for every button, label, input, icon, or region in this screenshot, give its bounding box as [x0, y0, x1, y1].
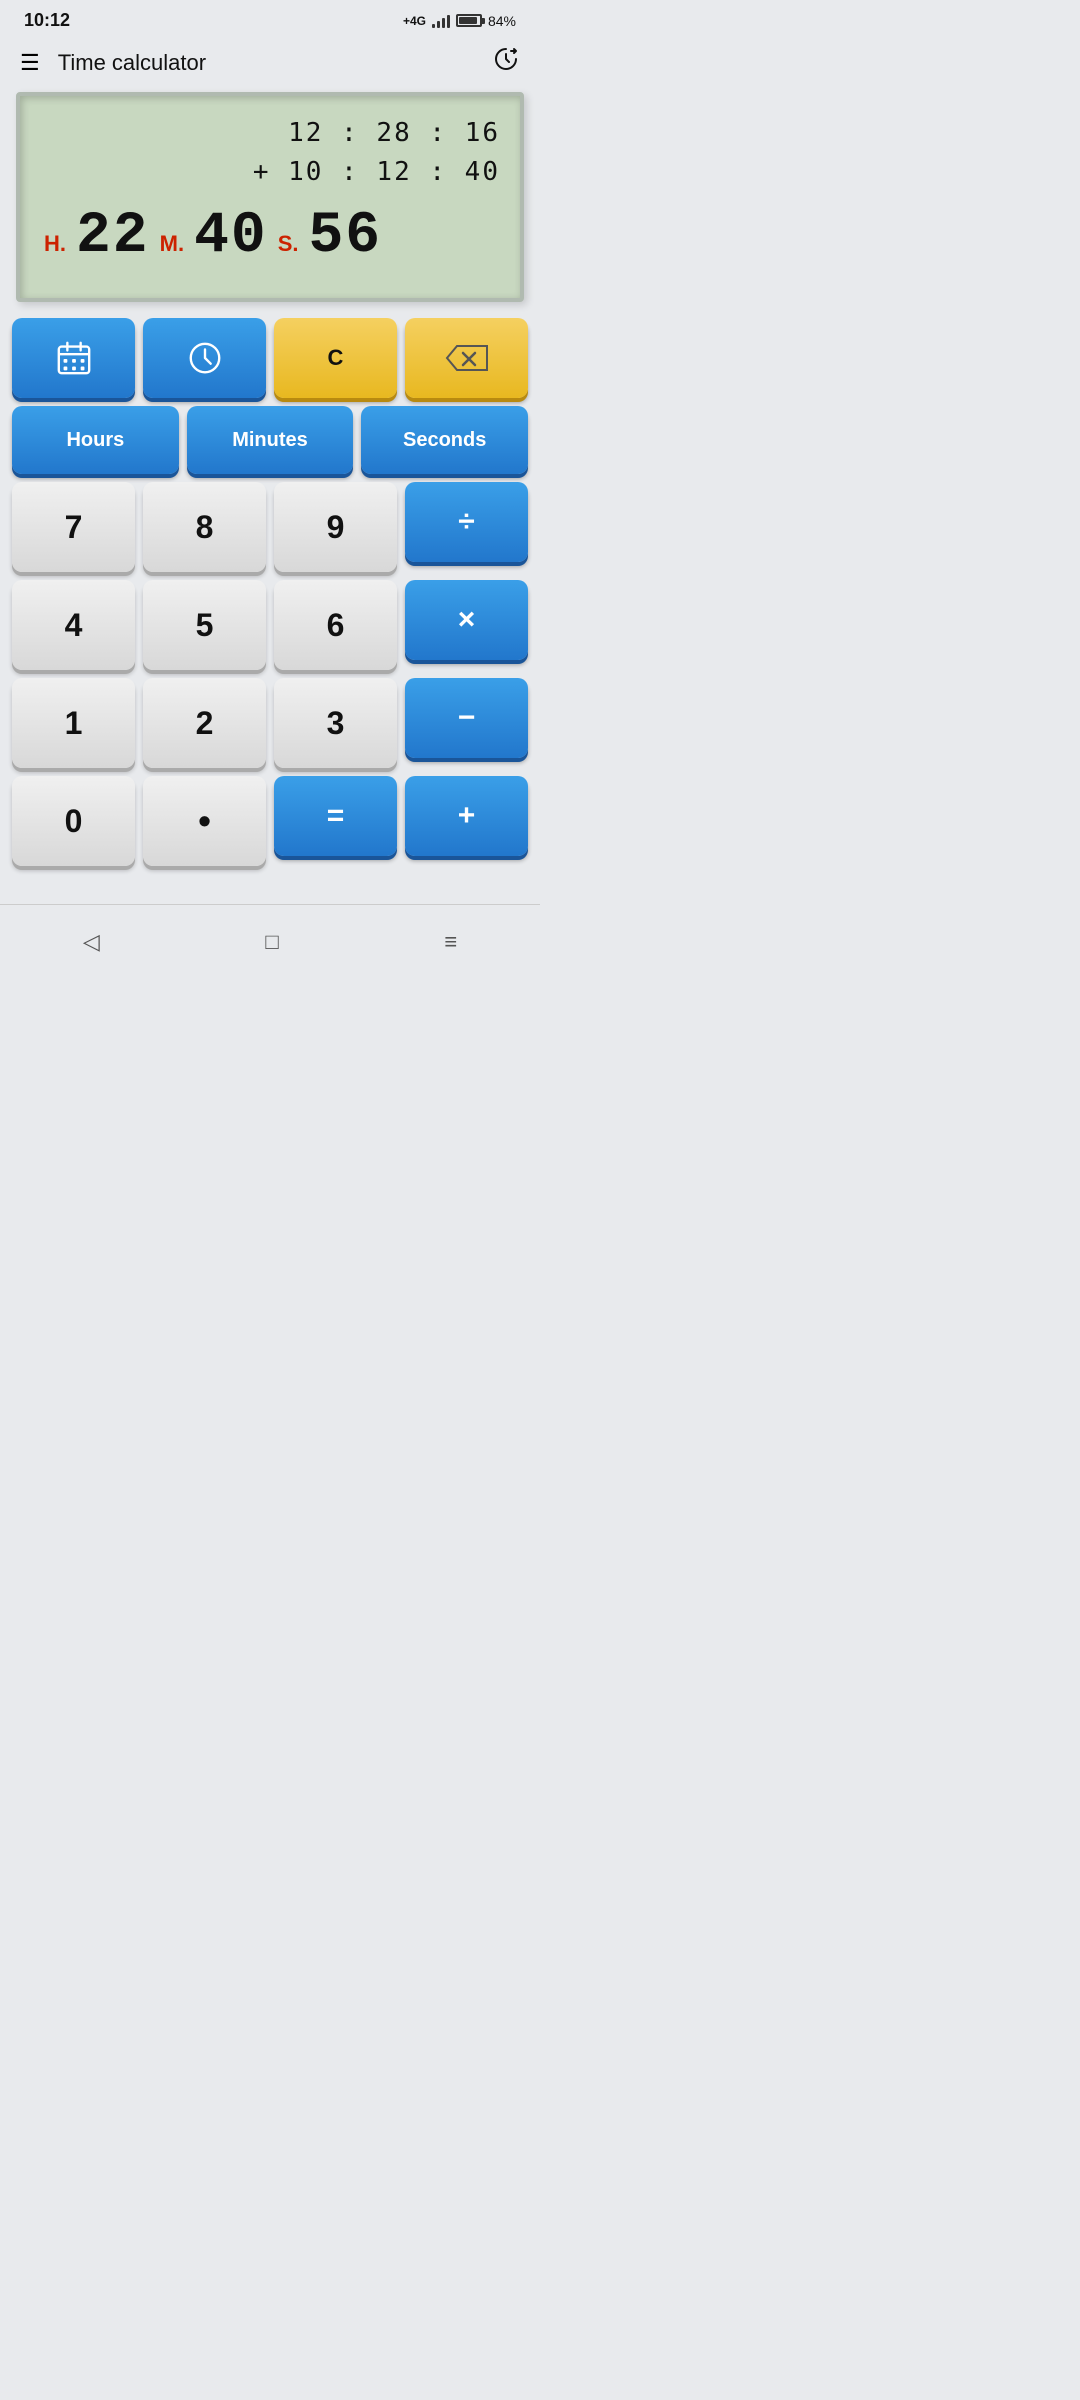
hours-button[interactable]: Hours: [12, 406, 179, 474]
add-label: +: [458, 799, 476, 833]
button-8[interactable]: 8: [143, 482, 266, 572]
seconds-value: 56: [309, 204, 383, 269]
button-1[interactable]: 1: [12, 678, 135, 768]
header-left: ☰ Time calculator: [20, 50, 206, 76]
navigation-bar: ◁ □ ≡: [0, 904, 540, 983]
button-0[interactable]: 0: [12, 776, 135, 866]
equals-label: =: [327, 799, 345, 833]
button-equals[interactable]: =: [274, 776, 397, 856]
hours-label-btn: Hours: [66, 429, 124, 452]
network-label: +4G: [403, 14, 426, 28]
hours-value: 22: [76, 204, 150, 269]
status-bar: 10:12 +4G 84%: [0, 0, 540, 37]
button-4[interactable]: 4: [12, 580, 135, 670]
button-row-1: C: [12, 318, 528, 398]
menu-nav-icon: ≡: [444, 929, 457, 954]
display-line2: + 10 : 12 : 40: [40, 153, 500, 192]
battery-icon: [456, 14, 482, 27]
back-button[interactable]: ◁: [63, 921, 120, 963]
dot-label: •: [198, 800, 211, 842]
history-icon[interactable]: [492, 45, 520, 80]
button-dot[interactable]: •: [143, 776, 266, 866]
battery-percent: 84%: [488, 13, 516, 29]
divide-label: ÷: [458, 505, 474, 539]
status-icons: +4G 84%: [403, 13, 516, 29]
button-row-2: Hours Minutes Seconds: [12, 406, 528, 474]
display-result: H. 22 M. 40 S. 56: [40, 204, 500, 269]
button-5[interactable]: 5: [143, 580, 266, 670]
button-subtract[interactable]: −: [405, 678, 528, 758]
menu-nav-button[interactable]: ≡: [424, 921, 477, 963]
button-7[interactable]: 7: [12, 482, 135, 572]
display-entries: 12 : 28 : 16 + 10 : 12 : 40: [40, 114, 500, 192]
button-row-6: 0 • = +: [12, 776, 528, 866]
display-line1: 12 : 28 : 16: [40, 114, 500, 153]
button-row-5: 1 2 3 −: [12, 678, 528, 768]
back-icon: ◁: [83, 929, 100, 954]
clear-button[interactable]: C: [274, 318, 397, 398]
home-button[interactable]: □: [245, 921, 298, 963]
minutes-value: 40: [194, 204, 268, 269]
button-9[interactable]: 9: [274, 482, 397, 572]
seconds-button[interactable]: Seconds: [361, 406, 528, 474]
result-seconds-group: S. 56: [278, 204, 382, 269]
result-hours-group: H. 22: [44, 204, 150, 269]
menu-icon[interactable]: ☰: [20, 50, 40, 76]
calendar-button[interactable]: [12, 318, 135, 398]
button-3[interactable]: 3: [274, 678, 397, 768]
button-row-3: 7 8 9 ÷: [12, 482, 528, 572]
app-title: Time calculator: [58, 50, 206, 76]
button-divide[interactable]: ÷: [405, 482, 528, 562]
calculator-display: 12 : 28 : 16 + 10 : 12 : 40 H. 22 M. 40 …: [16, 92, 524, 302]
button-add[interactable]: +: [405, 776, 528, 856]
minutes-button[interactable]: Minutes: [187, 406, 354, 474]
home-icon: □: [265, 929, 278, 954]
button-row-4: 4 5 6 ×: [12, 580, 528, 670]
minutes-label-btn: Minutes: [232, 429, 308, 452]
minutes-label: M.: [160, 231, 184, 257]
multiply-label: ×: [458, 603, 476, 637]
result-minutes-group: M. 40: [160, 204, 268, 269]
seconds-label: S.: [278, 231, 299, 257]
seconds-label-btn: Seconds: [403, 429, 486, 452]
signal-icon: [432, 14, 450, 28]
clear-label: C: [328, 345, 344, 371]
backspace-button[interactable]: [405, 318, 528, 398]
status-time: 10:12: [24, 10, 70, 31]
header: ☰ Time calculator: [0, 37, 540, 92]
clock-button[interactable]: [143, 318, 266, 398]
button-6[interactable]: 6: [274, 580, 397, 670]
keypad: C Hours Minutes Seconds 7 8 9: [0, 318, 540, 894]
button-multiply[interactable]: ×: [405, 580, 528, 660]
button-2[interactable]: 2: [143, 678, 266, 768]
hours-label: H.: [44, 231, 66, 257]
subtract-label: −: [458, 701, 476, 735]
